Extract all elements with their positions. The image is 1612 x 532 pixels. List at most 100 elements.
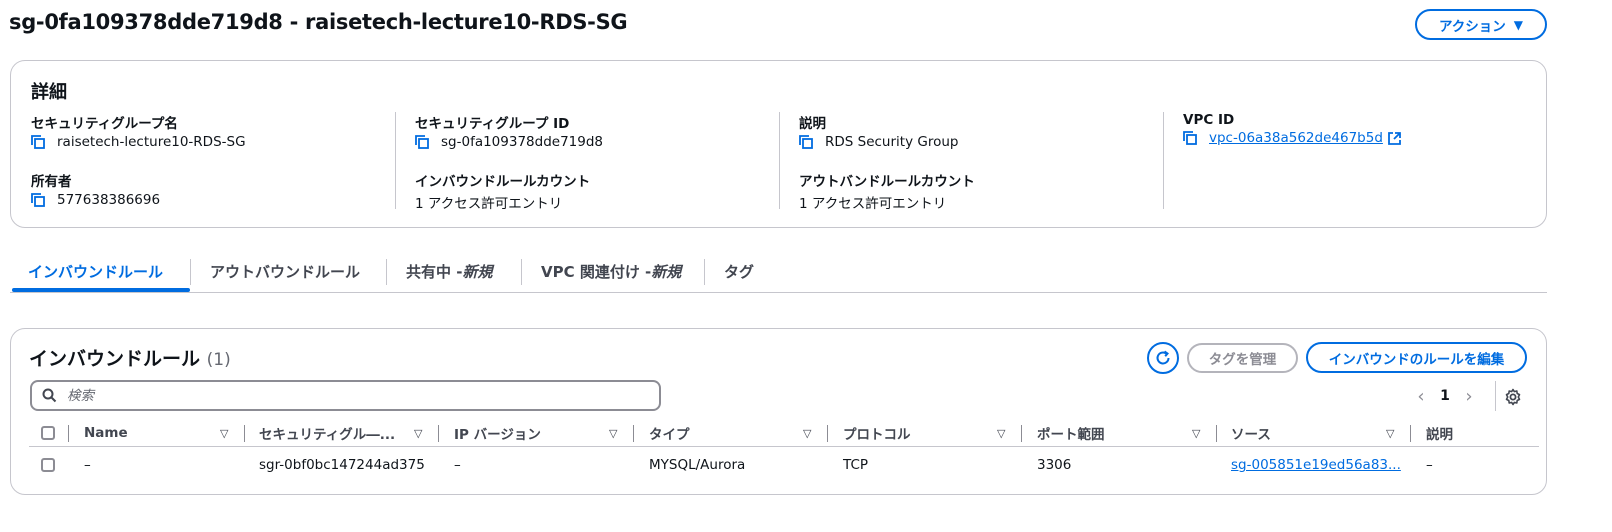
vpc-id-link[interactable]: vpc-06a38a562de467b5d: [1209, 130, 1383, 146]
field-label: VPC ID: [1183, 112, 1235, 128]
cell-name: –: [84, 457, 91, 473]
tab-sharing[interactable]: 共有中 - 新規: [406, 251, 492, 292]
external-link-icon: [1388, 131, 1401, 145]
tab-bar: インバウンドルール アウトバウンドルール 共有中 - 新規 VPC 関連付け -…: [10, 251, 1547, 293]
caret-down-icon: ▼: [1513, 17, 1524, 32]
prev-page-icon[interactable]: ‹: [1411, 386, 1431, 407]
column-resizer[interactable]: [1021, 425, 1022, 442]
tab-label: アウトバウンドルール: [210, 263, 361, 281]
copy-icon[interactable]: [799, 135, 813, 149]
field-owner: 所有者 577638386696: [31, 170, 160, 208]
rules-title-text: インバウンドルール: [29, 348, 201, 370]
column-resizer[interactable]: [1216, 425, 1217, 442]
tab-label: 共有中 -: [406, 263, 463, 281]
cell-protocol: TCP: [843, 457, 869, 473]
field-value: sg-0fa109378dde719d8: [441, 134, 603, 150]
field-vpc-id: VPC ID vpc-06a38a562de467b5d: [1183, 112, 1401, 146]
tab-divider: [521, 259, 522, 285]
active-tab-indicator: [12, 288, 190, 292]
search-box[interactable]: [30, 380, 661, 411]
tab-label: タグ: [724, 263, 755, 281]
copy-icon[interactable]: [31, 193, 45, 207]
tab-vpc-associations[interactable]: VPC 関連付け - 新規: [541, 251, 681, 292]
field-outbound-count: アウトバンドルールカウント 1 アクセス許可エントリ: [799, 170, 975, 212]
column-header-source[interactable]: ソース: [1231, 421, 1271, 445]
select-all-checkbox[interactable]: [41, 426, 55, 440]
tab-new-badge: 新規: [462, 263, 493, 281]
sort-icon[interactable]: ▽: [1386, 427, 1394, 440]
tab-tags[interactable]: タグ: [724, 251, 754, 292]
field-value: 577638386696: [57, 192, 161, 208]
cell-rule-id: sgr-0bf0bc147244ad375: [259, 457, 425, 473]
field-sg-name: セキュリティグループ名 raisetech-lecture10-RDS-SG: [31, 112, 246, 150]
copy-icon[interactable]: [31, 135, 45, 149]
tab-divider: [386, 259, 387, 285]
field-label: アウトバンドルールカウント: [799, 174, 975, 190]
field-label: セキュリティグループ ID: [415, 116, 570, 132]
field-value: 1 アクセス許可エントリ: [799, 196, 947, 212]
table-row: – sgr-0bf0bc147244ad375 – MYSQL/Aurora T…: [29, 451, 1539, 479]
edit-inbound-rules-button[interactable]: インバウンドのルールを編集: [1306, 342, 1527, 373]
search-input[interactable]: [67, 387, 627, 404]
column-header-description[interactable]: 説明: [1426, 421, 1453, 445]
field-label: 所有者: [31, 174, 72, 190]
column-header-protocol[interactable]: プロトコル: [843, 421, 911, 445]
column-header-ip-version[interactable]: IP バージョン: [454, 421, 541, 445]
rules-count: (1): [206, 350, 231, 370]
details-panel: 詳細 セキュリティグループ名 raisetech-lecture10-RDS-S…: [10, 60, 1547, 228]
manage-tags-button[interactable]: タグを管理: [1187, 343, 1298, 373]
column-divider: [779, 112, 780, 209]
sort-icon[interactable]: ▽: [220, 427, 228, 440]
column-header-type[interactable]: タイプ: [649, 421, 690, 445]
refresh-button[interactable]: [1147, 342, 1179, 374]
cell-type: MYSQL/Aurora: [649, 457, 746, 473]
tab-outbound-rules[interactable]: アウトバウンドルール: [210, 251, 360, 292]
tab-label: VPC 関連付け -: [541, 263, 652, 281]
field-description: 説明 RDS Security Group: [799, 112, 958, 150]
column-divider: [1163, 112, 1164, 209]
sort-icon[interactable]: ▽: [609, 427, 617, 440]
pagination: ‹ 1 ›: [1411, 384, 1479, 408]
sort-icon[interactable]: ▽: [414, 427, 422, 440]
table-header: Name ▽ セキュリティグル―... ▽ IP バージョン ▽ タイプ ▽ プ…: [29, 421, 1539, 447]
column-resizer[interactable]: [1410, 425, 1411, 442]
next-page-icon[interactable]: ›: [1459, 386, 1479, 407]
column-resizer[interactable]: [68, 425, 69, 442]
copy-icon[interactable]: [1183, 131, 1197, 145]
tab-inbound-rules[interactable]: インバウンドルール: [28, 251, 163, 292]
sort-icon[interactable]: ▽: [1192, 427, 1200, 440]
actions-dropdown-button[interactable]: アクション ▼: [1415, 9, 1547, 40]
column-divider: [395, 112, 396, 209]
field-label: インバウンドルールカウント: [415, 174, 591, 190]
field-inbound-count: インバウンドルールカウント 1 アクセス許可エントリ: [415, 170, 590, 212]
current-page[interactable]: 1: [1431, 388, 1459, 404]
tab-new-badge: 新規: [651, 263, 682, 281]
column-header-port-range[interactable]: ポート範囲: [1037, 421, 1105, 445]
field-label: セキュリティグループ名: [31, 116, 178, 132]
cell-source-link[interactable]: sg-005851e19ed56a83...: [1231, 451, 1401, 479]
column-resizer[interactable]: [633, 425, 634, 442]
tab-divider: [190, 259, 191, 285]
column-header-name[interactable]: Name: [84, 421, 128, 445]
inbound-rules-panel: インバウンドルール (1) タグを管理 インバウンドのルールを編集 ‹ 1 › …: [10, 328, 1547, 495]
pager-divider: [1495, 381, 1496, 411]
row-checkbox[interactable]: [41, 458, 55, 472]
column-resizer[interactable]: [438, 425, 439, 442]
tab-divider: [704, 259, 705, 285]
details-title: 詳細: [31, 82, 67, 103]
column-resizer[interactable]: [827, 425, 828, 442]
column-header-rule-id[interactable]: セキュリティグル―...: [259, 421, 395, 445]
field-value: raisetech-lecture10-RDS-SG: [57, 134, 246, 150]
settings-gear-icon[interactable]: [1502, 386, 1524, 408]
tab-label: インバウンドルール: [28, 263, 164, 281]
sort-icon[interactable]: ▽: [803, 427, 811, 440]
field-value: 1 アクセス許可エントリ: [415, 196, 563, 212]
field-label: 説明: [799, 116, 826, 132]
sort-icon[interactable]: ▽: [997, 427, 1005, 440]
page-title: sg-0fa109378dde719d8 - raisetech-lecture…: [9, 10, 628, 34]
cell-description: –: [1426, 457, 1433, 473]
copy-icon[interactable]: [415, 135, 429, 149]
column-resizer[interactable]: [244, 425, 245, 442]
rules-title: インバウンドルール (1): [29, 344, 231, 371]
field-sg-id: セキュリティグループ ID sg-0fa109378dde719d8: [415, 112, 603, 150]
